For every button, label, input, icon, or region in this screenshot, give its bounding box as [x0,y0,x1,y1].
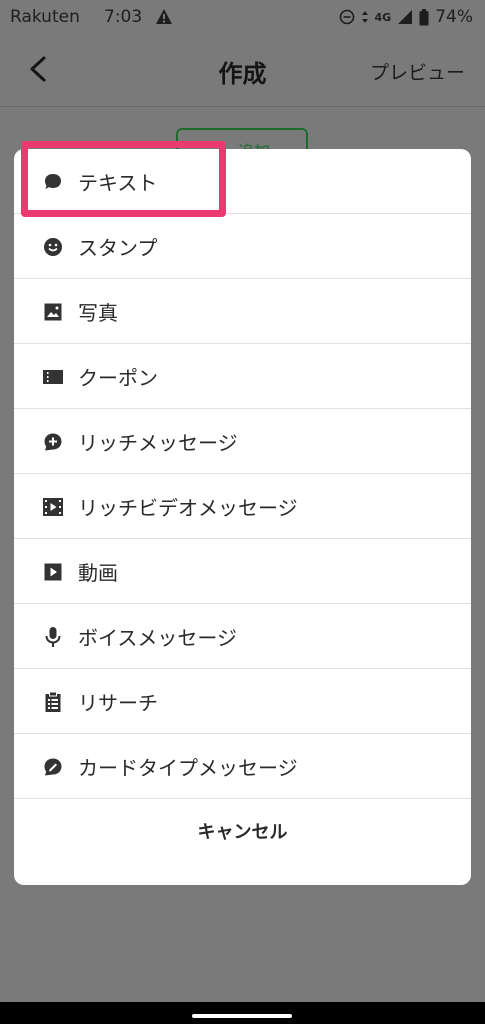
home-gesture-handle[interactable] [192,1014,292,1018]
warning-icon [156,9,172,24]
system-nav-bar [0,1002,485,1024]
menu-item-text[interactable]: テキスト [14,149,471,214]
add-content-sheet: テキスト スタンプ 写真 クーポン リッチメッセージ リッチビデオメッセージ 動… [14,149,471,885]
clock: 7:03 [104,7,143,27]
menu-item-voice-message[interactable]: ボイスメッセージ [14,604,471,669]
network-type: 4G [374,10,392,24]
smiley-icon [42,236,64,258]
menu-item-label: 写真 [78,300,118,325]
status-bar: Rakuten 7:03 4G 74% [0,0,485,34]
menu-item-label: テキスト [78,170,158,195]
menu-item-label: リッチメッセージ [78,430,238,455]
battery-icon [419,8,429,25]
menu-item-rich-message[interactable]: リッチメッセージ [14,409,471,474]
menu-item-photo[interactable]: 写真 [14,279,471,344]
data-arrows-icon [361,11,368,23]
video-play-icon [42,561,64,583]
rich-video-icon [42,496,64,518]
menu-item-card-message[interactable]: カードタイプメッセージ [14,734,471,799]
menu-item-label: リサーチ [78,690,158,715]
microphone-icon [42,626,64,648]
image-icon [42,301,64,323]
app-bar: 作成 プレビュー [0,34,485,107]
menu-item-label: クーポン [78,365,158,390]
clipboard-icon [42,691,64,713]
speech-bubble-icon [42,171,64,193]
menu-item-label: ボイスメッセージ [78,625,237,650]
battery-percent: 74% [435,7,473,27]
menu-item-label: 動画 [78,560,118,585]
menu-item-label: リッチビデオメッセージ [78,495,298,520]
menu-item-research[interactable]: リサーチ [14,669,471,734]
card-message-icon [42,756,64,778]
menu-item-sticker[interactable]: スタンプ [14,214,471,279]
menu-item-rich-video[interactable]: リッチビデオメッセージ [14,474,471,539]
menu-item-label: カードタイプメッセージ [78,755,298,780]
carrier-label: Rakuten [10,7,80,27]
preview-button[interactable]: プレビュー [370,58,465,85]
menu-item-video[interactable]: 動画 [14,539,471,604]
menu-item-label: スタンプ [78,235,158,260]
rich-message-icon [42,431,64,453]
dnd-icon [339,9,354,25]
cancel-button[interactable]: キャンセル [14,805,471,861]
coupon-icon [42,366,64,388]
status-icons: 4G 74% [339,7,473,27]
signal-icon [398,10,413,24]
menu-item-coupon[interactable]: クーポン [14,344,471,409]
